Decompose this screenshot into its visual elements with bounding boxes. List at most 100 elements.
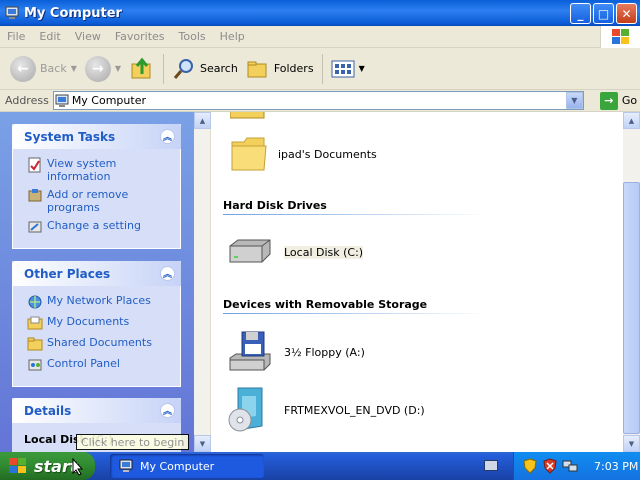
drive-label: FRTMEXVOL_EN_DVD (D:): [284, 403, 425, 417]
other-places-title: Other Places: [24, 266, 111, 281]
folder-up-icon: [131, 57, 151, 78]
forward-arrow-icon: →: [84, 55, 111, 82]
menu-favorites[interactable]: Favorites: [108, 30, 172, 43]
address-value: My Computer: [71, 94, 146, 107]
task-label: View system information: [47, 157, 117, 183]
scroll-up-arrow-icon[interactable]: ▲: [623, 112, 640, 129]
windows-logo: [600, 26, 640, 48]
menu-bar: File Edit View Favorites Tools Help: [0, 26, 640, 48]
collapse-icon[interactable]: ︽: [160, 129, 175, 144]
control-panel-link[interactable]: Control Panel: [27, 357, 172, 373]
drive-floppy-a[interactable]: 3½ Floppy (A:): [226, 330, 365, 374]
menu-edit[interactable]: Edit: [32, 30, 67, 43]
right-scrollbar[interactable]: ▲ ▼: [623, 112, 640, 452]
folder-icon: [231, 137, 267, 171]
taskbar-item-my-computer[interactable]: My Computer: [110, 454, 264, 478]
details-title: Details: [24, 403, 72, 418]
search-label: Search: [200, 62, 238, 75]
place-label: My Network Places: [47, 294, 151, 307]
taskbar: start My Computer 7:03 PM: [0, 452, 640, 480]
security-alert-icon[interactable]: [542, 458, 558, 474]
address-label: Address: [5, 94, 49, 107]
shared-documents-link[interactable]: Shared Documents: [27, 336, 172, 352]
windows-flag-icon: [9, 458, 26, 473]
left-scrollbar[interactable]: ▲ ▼: [194, 112, 211, 452]
address-input[interactable]: My Computer ▼: [52, 91, 584, 110]
scrollbar-thumb[interactable]: [623, 182, 640, 434]
other-places-header[interactable]: Other Places ︽: [12, 261, 181, 286]
place-label: Control Panel: [47, 357, 120, 370]
go-label: Go: [621, 94, 638, 107]
chevron-down-icon: ▼: [114, 64, 122, 73]
minimize-button[interactable]: _: [570, 3, 591, 24]
back-arrow-icon: ←: [10, 55, 36, 82]
my-documents-link[interactable]: My Documents: [27, 315, 172, 331]
add-remove-icon: [28, 189, 42, 202]
control-panel-icon: [28, 359, 42, 371]
change-setting-link[interactable]: Change a setting: [27, 219, 172, 235]
menu-help[interactable]: Help: [213, 30, 252, 43]
close-button[interactable]: ✕: [616, 3, 637, 24]
maximize-button[interactable]: □: [593, 3, 614, 24]
my-computer-icon: [119, 459, 133, 472]
my-documents-icon: [27, 316, 43, 330]
chevron-down-icon: ▼: [358, 64, 365, 73]
other-places-panel: Other Places ︽ My Network Places My Docu…: [12, 261, 181, 387]
mouse-cursor-icon: [72, 458, 84, 476]
folder-ipads-documents[interactable]: ipad's Documents: [230, 134, 377, 174]
address-bar: Address My Computer ▼ → Go: [0, 90, 640, 112]
views-icon: [331, 60, 355, 77]
removable-storage-header: Devices with Removable Storage: [223, 298, 428, 311]
details-header[interactable]: Details ︽: [12, 398, 181, 423]
drive-dvd-d[interactable]: FRTMEXVOL_EN_DVD (D:): [226, 386, 425, 434]
collapse-icon[interactable]: ︽: [160, 266, 175, 281]
up-button[interactable]: [125, 52, 159, 86]
window-title: My Computer: [24, 5, 122, 21]
back-label: Back: [40, 62, 67, 75]
task-label: Change a setting: [47, 219, 141, 232]
view-system-information-link[interactable]: View system information: [27, 157, 172, 183]
hard-disk-icon: [229, 239, 271, 263]
hard-disk-drives-header: Hard Disk Drives: [223, 199, 327, 212]
chevron-down-icon: ▼: [70, 64, 77, 73]
add-remove-programs-link[interactable]: Add or remove programs: [27, 188, 172, 214]
task-label: Add or remove programs: [47, 188, 129, 214]
security-shield-icon[interactable]: [522, 458, 538, 474]
back-button[interactable]: ← Back ▼: [6, 52, 81, 86]
go-button[interactable]: → Go: [599, 91, 638, 110]
scroll-down-arrow-icon[interactable]: ▼: [194, 435, 211, 452]
content-pane[interactable]: ▲ ▼ ipad's Documents Hard Disk Drives Lo…: [194, 112, 640, 452]
network-icon[interactable]: [562, 458, 578, 474]
task-pane: System Tasks ︽ View system information A…: [0, 112, 194, 452]
title-bar[interactable]: My Computer _ □ ✕: [0, 0, 640, 26]
place-label: Shared Documents: [47, 336, 152, 349]
shared-folder-icon: [27, 337, 43, 351]
drive-local-disk-c[interactable]: Local Disk (C:): [226, 236, 364, 268]
my-computer-icon: [5, 6, 19, 19]
menu-tools[interactable]: Tools: [172, 30, 213, 43]
system-tasks-header[interactable]: System Tasks ︽: [12, 124, 181, 149]
search-icon: [173, 58, 194, 79]
menu-file[interactable]: File: [0, 30, 32, 43]
taskbar-item-label: My Computer: [140, 459, 215, 473]
group-divider: [223, 214, 488, 215]
keyboard-icon[interactable]: [484, 460, 498, 471]
go-arrow-icon: →: [599, 91, 618, 110]
views-button[interactable]: ▼: [327, 52, 369, 86]
network-places-icon: [28, 295, 42, 309]
folder-label: ipad's Documents: [278, 147, 377, 161]
folders-button[interactable]: Folders: [242, 52, 318, 86]
forward-button[interactable]: → ▼: [81, 52, 125, 86]
search-button[interactable]: Search: [168, 52, 242, 86]
collapse-icon[interactable]: ︽: [160, 403, 175, 418]
floppy-drive-icon: [229, 331, 271, 371]
scroll-up-arrow-icon[interactable]: ▲: [194, 112, 211, 129]
system-info-icon: [28, 157, 41, 173]
scroll-down-arrow-icon[interactable]: ▼: [623, 435, 640, 452]
my-network-places-link[interactable]: My Network Places: [27, 294, 172, 310]
control-panel-icon: [28, 221, 42, 233]
folders-label: Folders: [273, 62, 314, 75]
address-dropdown-button[interactable]: ▼: [565, 92, 583, 109]
menu-view[interactable]: View: [68, 30, 108, 43]
folders-icon: [247, 61, 267, 77]
